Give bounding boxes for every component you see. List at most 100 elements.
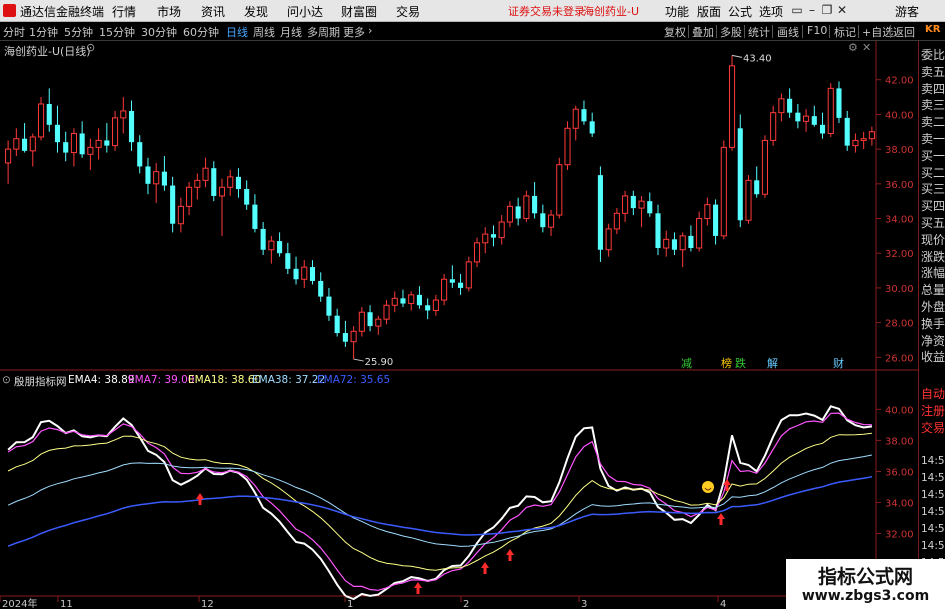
tool-add-watchlist[interactable]: +自选 — [862, 24, 893, 40]
candle-body — [218, 186, 226, 197]
ema7-label: EMA7: 39.00 — [128, 374, 195, 386]
tool-f10[interactable]: F10 — [807, 24, 827, 37]
candle-body — [177, 205, 184, 225]
candle-body — [540, 213, 546, 228]
ema72-label: EMA72: 35.65 — [317, 374, 391, 386]
candle-body — [556, 164, 563, 216]
candle-body — [811, 116, 817, 125]
low-pointer — [353, 358, 364, 362]
chart-area[interactable]: 26.00 28.00 30.00 32.00 34.00 36.00 38.00 40.00… — [0, 41, 918, 609]
ema38-label: EMA38: 37.22 — [252, 374, 326, 386]
ema-line — [7, 432, 872, 571]
candle-body — [827, 87, 834, 134]
indicator-name: 殷朋指标网 — [14, 376, 67, 388]
period-daily[interactable]: 日线 — [226, 24, 248, 40]
candle-body — [367, 312, 373, 327]
price-tick-label: 42.00 — [885, 76, 914, 87]
menu-item-hangqing[interactable]: 行情 — [112, 3, 136, 20]
chart-options-icon[interactable]: ⊙ — [86, 41, 95, 54]
candle-body — [787, 98, 793, 113]
candle-body — [318, 280, 324, 297]
candle-body — [186, 186, 193, 207]
candle-body — [482, 233, 489, 244]
menu-item-faxian[interactable]: 发现 — [244, 3, 268, 20]
side-item: 14:56 — [921, 540, 945, 552]
tool-back[interactable]: 返回 — [893, 24, 915, 40]
watermark-url: www.zbgs3.com — [801, 588, 930, 604]
period-weekly[interactable]: 周线 — [253, 24, 275, 40]
candle-body — [638, 200, 645, 209]
indicator-toggle-icon[interactable]: ⊙ — [2, 374, 11, 386]
menu-item-xuanxiang[interactable]: 选项 — [759, 3, 783, 20]
menu-item-zixun[interactable]: 资讯 — [201, 3, 225, 20]
period-fenshi[interactable]: 分时 — [3, 24, 25, 40]
candle-body — [597, 175, 603, 250]
close-icon[interactable]: ✕ — [833, 1, 851, 19]
candle-body — [465, 261, 472, 289]
tool-duogu[interactable]: 多股 — [720, 24, 742, 40]
candle-body — [737, 128, 743, 221]
candle-body — [293, 268, 299, 280]
side-item[interactable]: 注册 — [921, 402, 945, 419]
period-15min[interactable]: 15分钟 — [99, 24, 135, 40]
period-5min[interactable]: 5分钟 — [64, 24, 93, 40]
candle-body — [704, 204, 711, 220]
side-item[interactable]: 交易 — [921, 419, 945, 436]
candle-body — [506, 205, 513, 223]
indicator-tick-label: 34.00 — [885, 499, 914, 510]
candle-body — [819, 124, 826, 134]
candle-body — [104, 140, 110, 146]
candle-body — [87, 146, 94, 155]
menu-item-gongneng[interactable]: 功能 — [665, 3, 689, 20]
tool-biaoji[interactable]: 标记 — [834, 24, 856, 40]
period-1min[interactable]: 1分钟 — [29, 24, 58, 40]
trade-login-notice[interactable]: 证券交易未登录 — [508, 3, 585, 19]
menu-item-gongshi[interactable]: 公式 — [728, 3, 752, 20]
menu-item-caifuquan[interactable]: 财富圈 — [341, 3, 377, 20]
side-item: 买四 — [921, 199, 945, 214]
ema-line — [7, 412, 872, 591]
menu-item-banmian[interactable]: 版面 — [697, 3, 721, 20]
signal-mark: 解 — [767, 356, 778, 370]
side-item: 卖二 — [921, 115, 945, 130]
menu-item-shichang[interactable]: 市场 — [157, 3, 181, 20]
period-more[interactable]: 更多 — [343, 24, 365, 40]
high-pointer — [731, 54, 743, 58]
side-item: 涨幅 — [921, 266, 945, 281]
side-item: 14:56 — [921, 455, 945, 467]
tool-diejia[interactable]: 叠加 — [692, 24, 714, 40]
candle-body — [581, 109, 587, 122]
ema-line — [7, 405, 873, 601]
candle-body — [235, 176, 242, 190]
candle-body — [128, 110, 135, 143]
stock-link[interactable]: 海创药业-U — [583, 3, 639, 19]
toolbar-divider — [829, 25, 830, 38]
chart-settings-icon[interactable]: ⚙ — [848, 41, 858, 54]
kr-badge[interactable]: KR — [925, 24, 940, 35]
candle-body — [852, 139, 859, 147]
candle-body — [532, 195, 538, 214]
candle-body — [696, 218, 703, 249]
indicator-tick-label: 38.00 — [885, 436, 914, 447]
period-monthly[interactable]: 月线 — [280, 24, 302, 40]
time-label: 4 — [720, 599, 726, 609]
candle-body — [425, 305, 431, 311]
side-item: 换手 — [921, 316, 945, 331]
period-30min[interactable]: 30分钟 — [141, 24, 177, 40]
tool-fuquan[interactable]: 复权 — [664, 24, 686, 40]
menu-item-wenxiaoda[interactable]: 问小达 — [287, 3, 323, 20]
app-title: 通达信金融终端 — [20, 5, 105, 19]
chevron-right-icon[interactable]: › — [368, 24, 372, 37]
chart-close-icon[interactable]: ✕ — [862, 41, 871, 54]
signal-mark: 减 — [681, 357, 692, 370]
candle-body — [836, 88, 842, 118]
period-multi[interactable]: 多周期 — [307, 24, 340, 40]
candle-body — [161, 171, 167, 186]
menu-item-jiaoyi[interactable]: 交易 — [396, 3, 420, 20]
period-60min[interactable]: 60分钟 — [183, 24, 219, 40]
guest-label[interactable]: 游客 — [895, 3, 919, 20]
candle-body — [408, 294, 415, 305]
tool-tongji[interactable]: 统计 — [748, 24, 770, 40]
tool-huaxian[interactable]: 画线 — [777, 24, 799, 40]
side-item[interactable]: 自动 — [921, 385, 945, 402]
